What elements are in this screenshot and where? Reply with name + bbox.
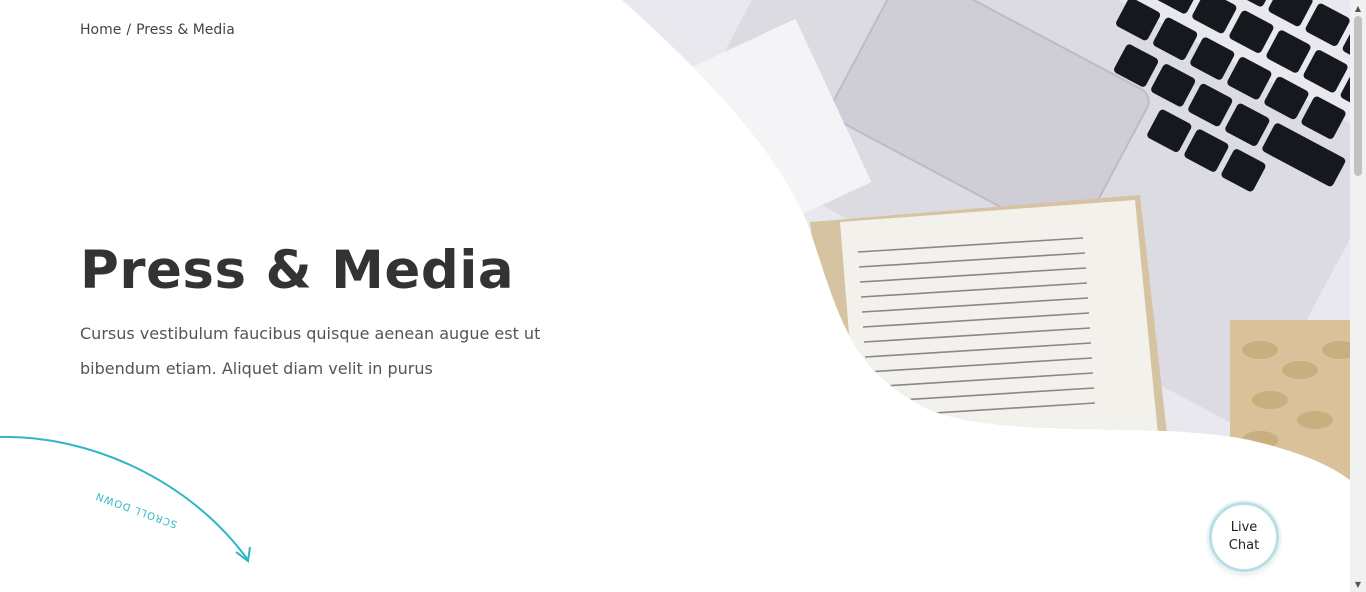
- page-subtitle: Cursus vestibulum faucibus quisque aenea…: [80, 324, 541, 378]
- breadcrumb-current: Press & Media: [136, 22, 235, 38]
- live-chat-label: Live Chat: [1228, 520, 1260, 553]
- scroll-down-arrow-icon[interactable]: ▼: [1350, 576, 1366, 592]
- scroll-down-label: SCROLL DOWN: [94, 490, 179, 530]
- page-title: Press & Media: [80, 240, 515, 301]
- breadcrumb: Home / Press & Media: [80, 22, 235, 38]
- page: Home / Press & Media Press & Media Cursu…: [0, 0, 1350, 592]
- breadcrumb-separator: /: [126, 22, 132, 38]
- curved-arrow-icon: [0, 435, 249, 561]
- page-scrollbar[interactable]: ▲ ▼: [1350, 0, 1366, 592]
- scroll-thumb[interactable]: [1354, 16, 1362, 176]
- live-chat-button[interactable]: Live Chat: [1209, 502, 1279, 572]
- breadcrumb-home-link[interactable]: Home: [80, 22, 121, 38]
- scroll-up-arrow-icon[interactable]: ▲: [1350, 0, 1366, 16]
- scroll-down-indicator[interactable]: SCROLL DOWN: [0, 420, 270, 580]
